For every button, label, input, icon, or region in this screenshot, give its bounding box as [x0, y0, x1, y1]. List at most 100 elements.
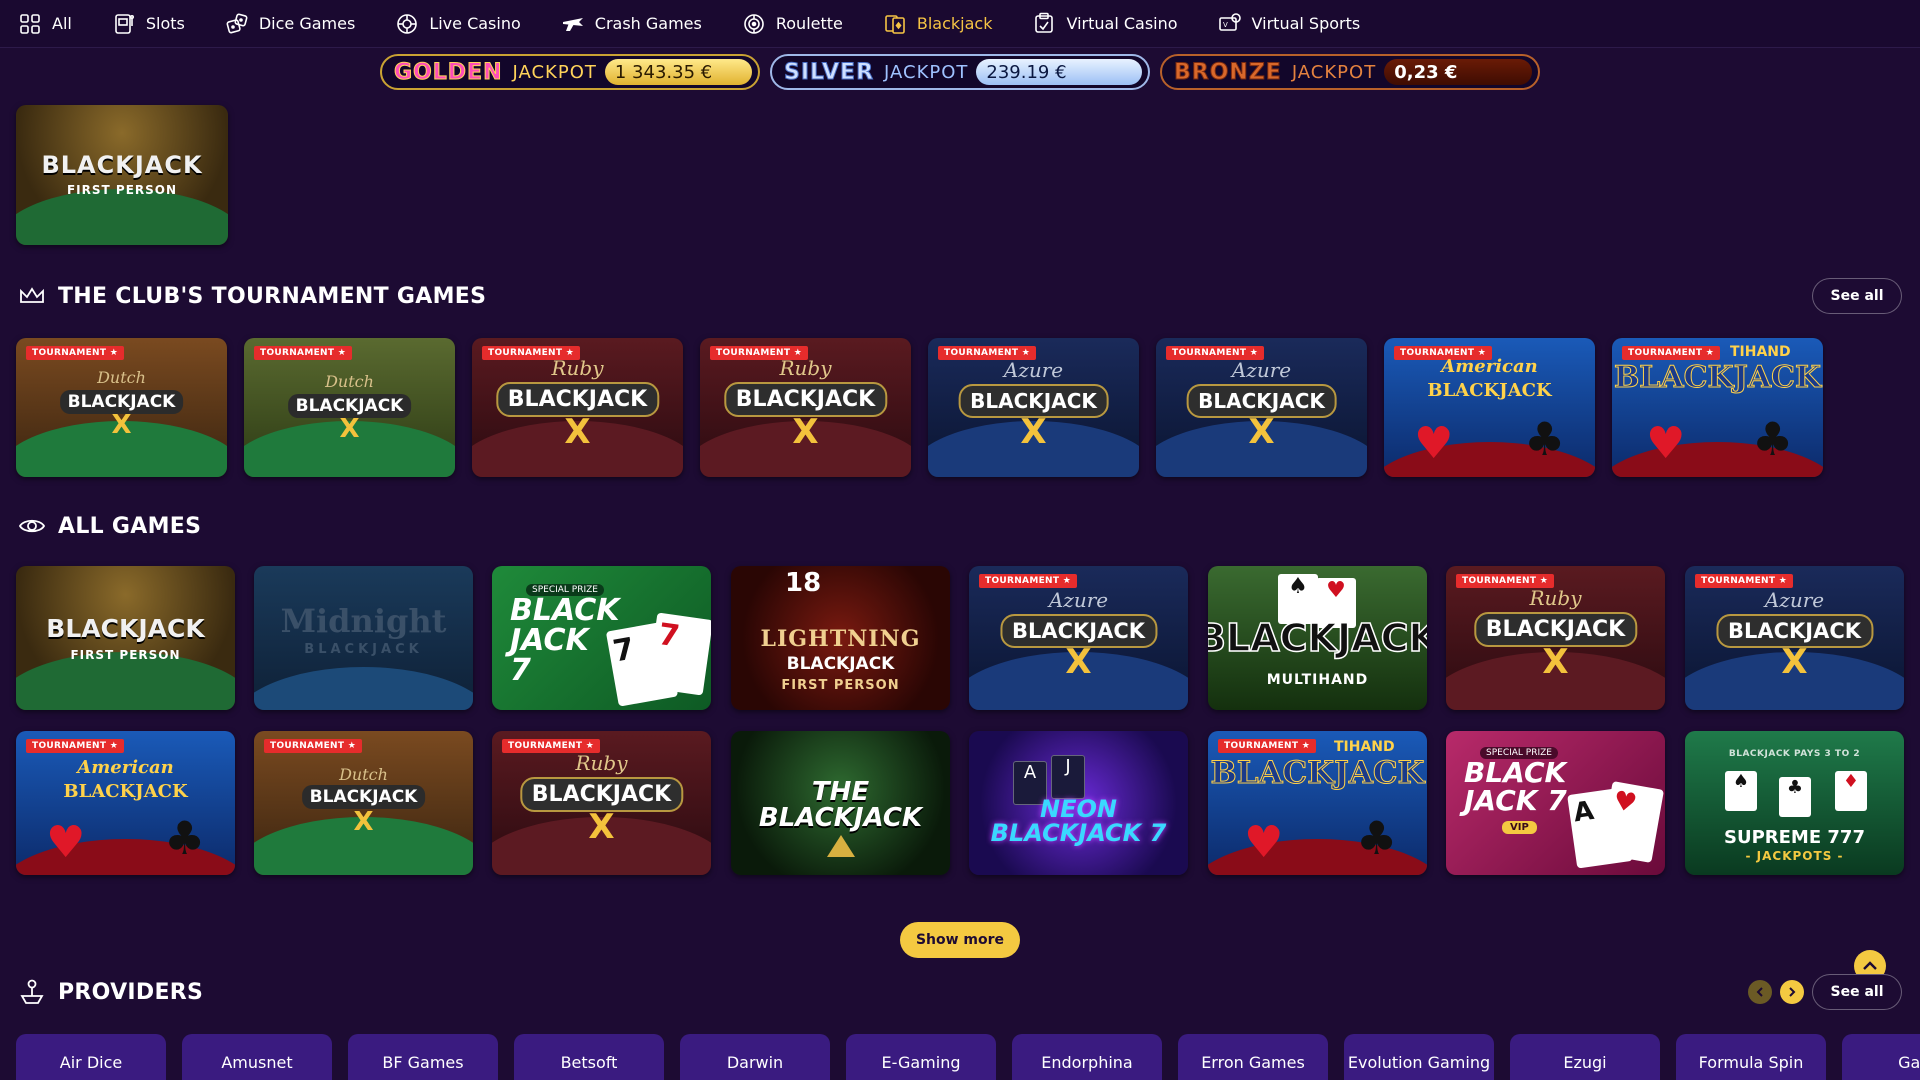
- game-tile[interactable]: TOURNAMENT ★ Dutch BLACKJACK X: [244, 338, 455, 477]
- game-title: BLACKJACK: [1210, 755, 1425, 792]
- provider-item[interactable]: Ezugi: [1510, 1034, 1660, 1080]
- club-icon: ♣: [164, 811, 206, 865]
- game-subtitle: Ruby: [1529, 586, 1582, 610]
- slot-machine-icon: [115, 13, 134, 34]
- game-title: NEON BLACKJACK 7: [990, 795, 1167, 847]
- provider-item[interactable]: Darwin: [680, 1034, 830, 1080]
- game-tile[interactable]: TOURNAMENT ★ Ruby BLACKJACK X: [472, 338, 683, 477]
- nav-item-virtual-sports[interactable]: V Virtual Sports: [1218, 0, 1361, 48]
- heart-icon: ♥: [46, 817, 86, 868]
- tournament-badge: TOURNAMENT ★: [26, 739, 125, 753]
- provider-item[interactable]: Formula Spin: [1676, 1034, 1826, 1080]
- game-tile[interactable]: TOURNAMENT ★ American BLACKJACK ♥ ♣: [1384, 338, 1595, 477]
- provider-item[interactable]: Betsoft: [514, 1034, 664, 1080]
- providers-prev-button[interactable]: [1748, 980, 1772, 1004]
- game-tile[interactable]: TOURNAMENT ★ Ruby BLACKJACK X: [700, 338, 911, 477]
- game-tile[interactable]: TOURNAMENT ★ TIHAND BLACKJACK ♥ ♣: [1612, 338, 1823, 477]
- card-icon: ♣: [1779, 777, 1811, 817]
- provider-item[interactable]: Amusnet: [182, 1034, 332, 1080]
- jackpot-name: SILVER: [783, 59, 875, 85]
- nav-label: Crash Games: [594, 14, 702, 33]
- card-icon: 7: [646, 612, 711, 696]
- nav-item-dice-games[interactable]: Dice Games: [225, 0, 355, 48]
- club-icon: ♣: [1752, 412, 1794, 466]
- game-tile[interactable]: 18 LIGHTNING BLACKJACK FIRST PERSON: [731, 566, 950, 710]
- provider-item[interactable]: E-Gaming: [846, 1034, 996, 1080]
- tournament-see-all-button[interactable]: See all: [1812, 278, 1902, 314]
- game-subtitle: Azure: [1048, 588, 1109, 612]
- provider-item[interactable]: Evolution Gaming: [1344, 1034, 1494, 1080]
- nav-item-live-casino[interactable]: Live Casino: [395, 0, 521, 48]
- show-more-button[interactable]: Show more: [900, 922, 1020, 958]
- game-tile[interactable]: SPECIAL PRIZE BLACK JACK 7 VIP A ♥: [1446, 731, 1665, 875]
- game-tile[interactable]: SPECIAL PRIZE BLACK JACK 7 7 7: [492, 566, 711, 710]
- game-tile[interactable]: TOURNAMENT ★ Dutch BLACKJACK X: [254, 731, 473, 875]
- game-subtitle: Dutch: [325, 372, 374, 391]
- heart-icon: ♥: [1244, 817, 1284, 868]
- featured-game-tile[interactable]: BLACKJACK FIRST PERSON: [16, 105, 228, 245]
- jackpot-word: JACKPOT: [884, 61, 969, 83]
- eye-icon: [18, 519, 46, 533]
- chip-icon: [397, 13, 418, 34]
- game-title: BLACK JACK 7: [510, 593, 620, 688]
- nav-item-all[interactable]: All: [18, 0, 72, 48]
- game-tile[interactable]: TOURNAMENT ★ Azure BLACKJACK X: [969, 566, 1188, 710]
- game-tile[interactable]: THE BLACKJACK: [731, 731, 950, 875]
- game-tile[interactable]: TOURNAMENT ★ Ruby BLACKJACK X: [492, 731, 711, 875]
- nav-item-roulette[interactable]: Roulette: [742, 0, 843, 48]
- game-mark: X: [588, 807, 615, 847]
- game-subtitle: BLACKJACK: [304, 642, 423, 657]
- game-subtitle: Dutch: [97, 368, 146, 387]
- game-tile[interactable]: TOURNAMENT ★ Azure BLACKJACK X: [928, 338, 1139, 477]
- provider-item[interactable]: Endorphina: [1012, 1034, 1162, 1080]
- nav-label: Virtual Casino: [1066, 14, 1178, 33]
- provider-item[interactable]: Erron Games: [1178, 1034, 1328, 1080]
- game-title: BLACKJACK: [63, 781, 188, 802]
- game-badge-number: 18: [785, 568, 822, 598]
- game-tile[interactable]: BLACKJACK FIRST PERSON: [16, 566, 235, 710]
- game-tile[interactable]: A J NEON BLACKJACK 7: [969, 731, 1188, 875]
- nav-item-slots[interactable]: Slots: [112, 0, 185, 48]
- providers-section-header: PROVIDERS: [18, 978, 203, 1006]
- all-games-section-header: ALL GAMES: [18, 512, 201, 540]
- game-tile[interactable]: ♠ ♥ BLACKJACK MULTIHAND: [1208, 566, 1427, 710]
- game-title: LIGHTNING: [760, 626, 921, 652]
- nav-item-blackjack[interactable]: Blackjack: [883, 0, 993, 48]
- bronze-jackpot: BRONZE JACKPOT 0,23 €: [1160, 54, 1540, 90]
- jackpot-amount: 0,23 €: [1384, 59, 1532, 85]
- heart-icon: ♥: [1646, 418, 1686, 469]
- heart-icon: ♥: [1414, 418, 1454, 469]
- game-tile[interactable]: BLACKJACK PAYS 3 TO 2 ♠ ♣ ♦ SUPREME 777 …: [1685, 731, 1904, 875]
- game-tile[interactable]: TOURNAMENT ★ Azure BLACKJACK X: [1156, 338, 1367, 477]
- chevron-up-icon: [1863, 961, 1877, 970]
- provider-item[interactable]: Air Dice: [16, 1034, 166, 1080]
- nav-label: Virtual Sports: [1251, 14, 1361, 33]
- provider-item[interactable]: BF Games: [348, 1034, 498, 1080]
- game-tile[interactable]: TOURNAMENT ★ TIHAND BLACKJACK ♥ ♣: [1208, 731, 1427, 875]
- joystick-icon: [20, 979, 44, 1004]
- game-mark: X: [564, 412, 591, 452]
- provider-item[interactable]: Gam: [1842, 1034, 1920, 1080]
- dice-icon: [226, 13, 248, 33]
- roulette-icon: [744, 13, 764, 34]
- providers-see-all-button[interactable]: See all: [1812, 974, 1902, 1010]
- game-title: BLACK JACK 7: [1464, 756, 1567, 817]
- game-tile[interactable]: TOURNAMENT ★ American BLACKJACK ♥ ♣: [16, 731, 235, 875]
- game-tile[interactable]: TOURNAMENT ★ Dutch BLACKJACK X: [16, 338, 227, 477]
- jackpot-amount: 1 343.35 €: [604, 59, 752, 85]
- nav-item-crash-games[interactable]: Crash Games: [561, 0, 702, 48]
- nav-label: Blackjack: [916, 14, 993, 33]
- game-note: BLACKJACK PAYS 3 TO 2: [1728, 749, 1861, 759]
- game-tile[interactable]: TOURNAMENT ★ Ruby BLACKJACK X: [1446, 566, 1665, 710]
- virtual-sports-icon: V: [1218, 12, 1241, 31]
- nav-item-virtual-casino[interactable]: Virtual Casino: [1032, 0, 1178, 48]
- game-subtitle: American: [1441, 356, 1538, 377]
- game-tile[interactable]: TOURNAMENT ★ Azure BLACKJACK X: [1685, 566, 1904, 710]
- providers-next-button[interactable]: [1780, 980, 1804, 1004]
- crown-icon: [20, 287, 44, 303]
- game-subtitle: TIHAND: [1334, 739, 1395, 755]
- game-tile[interactable]: Midnight BLACKJACK: [254, 566, 473, 710]
- nav-label: Roulette: [775, 14, 843, 33]
- game-subtitle: Azure: [1764, 588, 1825, 612]
- game-subtitle: BLACKJACK: [786, 654, 895, 674]
